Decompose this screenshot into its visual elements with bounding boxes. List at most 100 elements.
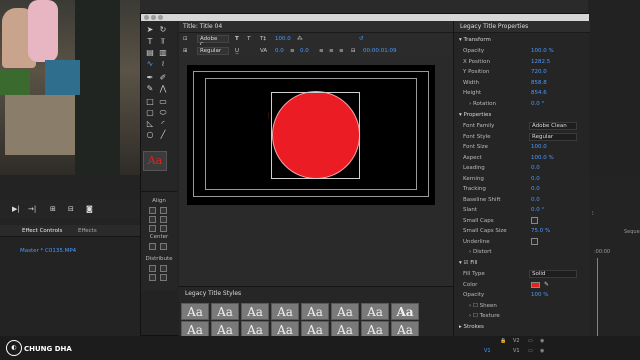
align-hcenter-button[interactable] — [149, 216, 156, 223]
sheen-row[interactable]: › ☐ Sheen — [454, 301, 590, 312]
align-right-text-icon[interactable]: ≡ — [339, 45, 344, 57]
tab-effects[interactable]: Effects — [78, 228, 97, 234]
properties-section[interactable]: ▾ Properties — [454, 110, 590, 121]
smallcaps-size-value[interactable]: 75.0 % — [531, 228, 550, 234]
track-v1-target[interactable]: V1 — [484, 348, 491, 354]
align-center-text-icon[interactable]: ≡ — [329, 45, 334, 57]
height-value[interactable]: 854.6 — [531, 90, 547, 96]
slant-value[interactable]: 0.0 ° — [531, 207, 544, 213]
step-back-icon[interactable]: ▶| — [12, 205, 20, 213]
tracking-value[interactable]: 0.0 — [531, 186, 540, 192]
clipped-rect-tool-icon[interactable]: ▭ — [157, 97, 169, 107]
font-size-prop-value[interactable]: 100.0 — [531, 144, 547, 150]
font-family-dropdown[interactable]: Adobe C... — [197, 35, 229, 48]
fill-section[interactable]: ▾ ☑ Fill — [454, 258, 590, 269]
leading-value[interactable]: 0.0 — [300, 45, 309, 57]
window-titlebar[interactable] — [141, 14, 589, 21]
eye-icon[interactable]: ◉ — [540, 348, 544, 354]
tab-stops-icon[interactable]: ⊟ — [351, 45, 356, 57]
rotation-value[interactable]: 0.0 ° — [531, 101, 544, 107]
timecode-value[interactable]: 00:00:01:09 — [363, 45, 397, 57]
style-swatch[interactable]: Aa — [331, 303, 359, 320]
style-swatch[interactable]: Aa — [361, 303, 389, 320]
style-swatch[interactable]: Aa — [181, 303, 209, 320]
distribute-button[interactable] — [160, 265, 167, 272]
lock-icon[interactable]: 🔒 — [500, 338, 506, 344]
transform-section[interactable]: ▾ Transform — [454, 35, 590, 46]
style-swatch[interactable]: Aa — [271, 303, 299, 320]
xpos-value[interactable]: 1282.5 — [531, 59, 550, 65]
source-clip-label[interactable]: Master * C0135.MP4 — [20, 248, 76, 254]
bold-button[interactable]: T — [235, 33, 239, 45]
track-v2-label[interactable]: V2 — [513, 338, 520, 344]
delete-anchor-icon[interactable]: ✎ — [144, 84, 156, 94]
rounded-rect-tool-icon[interactable]: ▢ — [144, 108, 156, 118]
vertical-path-type-icon[interactable]: ≀ — [157, 59, 169, 69]
smallcaps-checkbox[interactable] — [531, 216, 538, 224]
align-left-text-icon[interactable]: ≡ — [319, 45, 324, 57]
kerning-prop-value[interactable]: 0.0 — [531, 176, 540, 182]
distribute-button[interactable] — [149, 265, 156, 272]
underline-checkbox[interactable] — [531, 237, 538, 245]
insert-icon[interactable]: ⊞ — [50, 205, 56, 213]
eyedropper-icon[interactable]: ✎ — [544, 281, 549, 288]
leading-prop-value[interactable]: 0.0 — [531, 165, 540, 171]
timeline-tools-icon[interactable]: ⫶ — [592, 210, 594, 218]
distort-row[interactable]: › Distort — [454, 247, 590, 258]
ypos-value[interactable]: 720.0 — [531, 69, 547, 75]
track-v1-label[interactable]: V1 — [513, 348, 520, 354]
align-right-button[interactable] — [149, 225, 156, 232]
distribute-button[interactable] — [149, 274, 156, 281]
kerning-value[interactable]: 0.0 — [275, 45, 284, 57]
opacity-value[interactable]: 100.0 % — [531, 48, 554, 54]
vertical-type-tool-icon[interactable]: ⫪ — [157, 37, 169, 47]
center-vertical-button[interactable] — [160, 243, 167, 250]
underline-icon[interactable]: U̲ — [235, 45, 239, 57]
selection-tool-icon[interactable]: ➤ — [144, 25, 156, 35]
center-horizontal-button[interactable] — [149, 243, 156, 250]
title-tab[interactable]: Title: Title 04 — [179, 21, 453, 33]
width-value[interactable]: 858.8 — [531, 80, 547, 86]
camera-icon[interactable]: ◙ — [86, 205, 93, 213]
font-style-select[interactable]: Regular — [529, 132, 577, 141]
step-forward-icon[interactable]: →| — [28, 205, 36, 213]
templates-icon[interactable]: ⊞ — [183, 45, 188, 57]
area-type-tool-icon[interactable]: ▤ — [144, 48, 156, 58]
style-swatch[interactable]: Aa — [391, 303, 419, 320]
overwrite-icon[interactable]: ⊟ — [68, 205, 74, 213]
align-bottom-button[interactable] — [160, 225, 167, 232]
close-icon[interactable] — [144, 15, 149, 20]
type-tool-icon[interactable]: T — [144, 37, 156, 47]
minimize-icon[interactable] — [151, 15, 156, 20]
aspect-value[interactable]: 100.0 % — [531, 155, 554, 161]
rounded-corner-tool-icon[interactable]: ⬭ — [157, 108, 169, 118]
track-output-icon[interactable]: ▭ — [528, 348, 533, 354]
wedge-tool-icon[interactable]: ◺ — [144, 119, 156, 129]
distribute-button[interactable] — [160, 274, 167, 281]
convert-anchor-icon[interactable]: ⋀ — [157, 84, 169, 94]
baseline-value[interactable]: 0.0 — [531, 197, 540, 203]
path-type-tool-icon[interactable]: ∿ — [144, 59, 156, 69]
arc-tool-icon[interactable]: ◜ — [157, 119, 169, 129]
new-title-icon[interactable]: ⊡ — [183, 33, 188, 45]
line-tool-icon[interactable]: ╱ — [157, 130, 169, 140]
ellipse-tool-icon[interactable]: ○ — [144, 130, 156, 140]
align-vcenter-button[interactable] — [160, 216, 167, 223]
style-swatch[interactable]: Aa — [211, 303, 239, 320]
roll-crawl-icon[interactable]: ↺ — [359, 33, 364, 45]
pen-tool-icon[interactable]: ✒ — [144, 73, 156, 83]
texture-row[interactable]: › ☐ Texture — [454, 311, 590, 322]
style-swatch[interactable]: Aa — [301, 303, 329, 320]
tab-effect-controls[interactable]: Effect Controls — [22, 228, 62, 234]
selection-bounding-box[interactable] — [271, 92, 360, 179]
font-family-select[interactable]: Adobe Clean — [529, 122, 577, 130]
rotation-tool-icon[interactable]: ↻ — [157, 25, 169, 35]
eye-icon[interactable]: ◉ — [540, 338, 544, 344]
rectangle-tool-icon[interactable]: □ — [144, 97, 156, 107]
italic-button[interactable]: T — [247, 33, 250, 45]
align-left-button[interactable] — [149, 207, 156, 214]
font-style-dropdown[interactable]: Regular — [197, 47, 229, 55]
style-swatch[interactable]: Aa — [241, 303, 269, 320]
maximize-icon[interactable] — [158, 15, 163, 20]
font-size-value[interactable]: 100.0 — [275, 33, 291, 45]
